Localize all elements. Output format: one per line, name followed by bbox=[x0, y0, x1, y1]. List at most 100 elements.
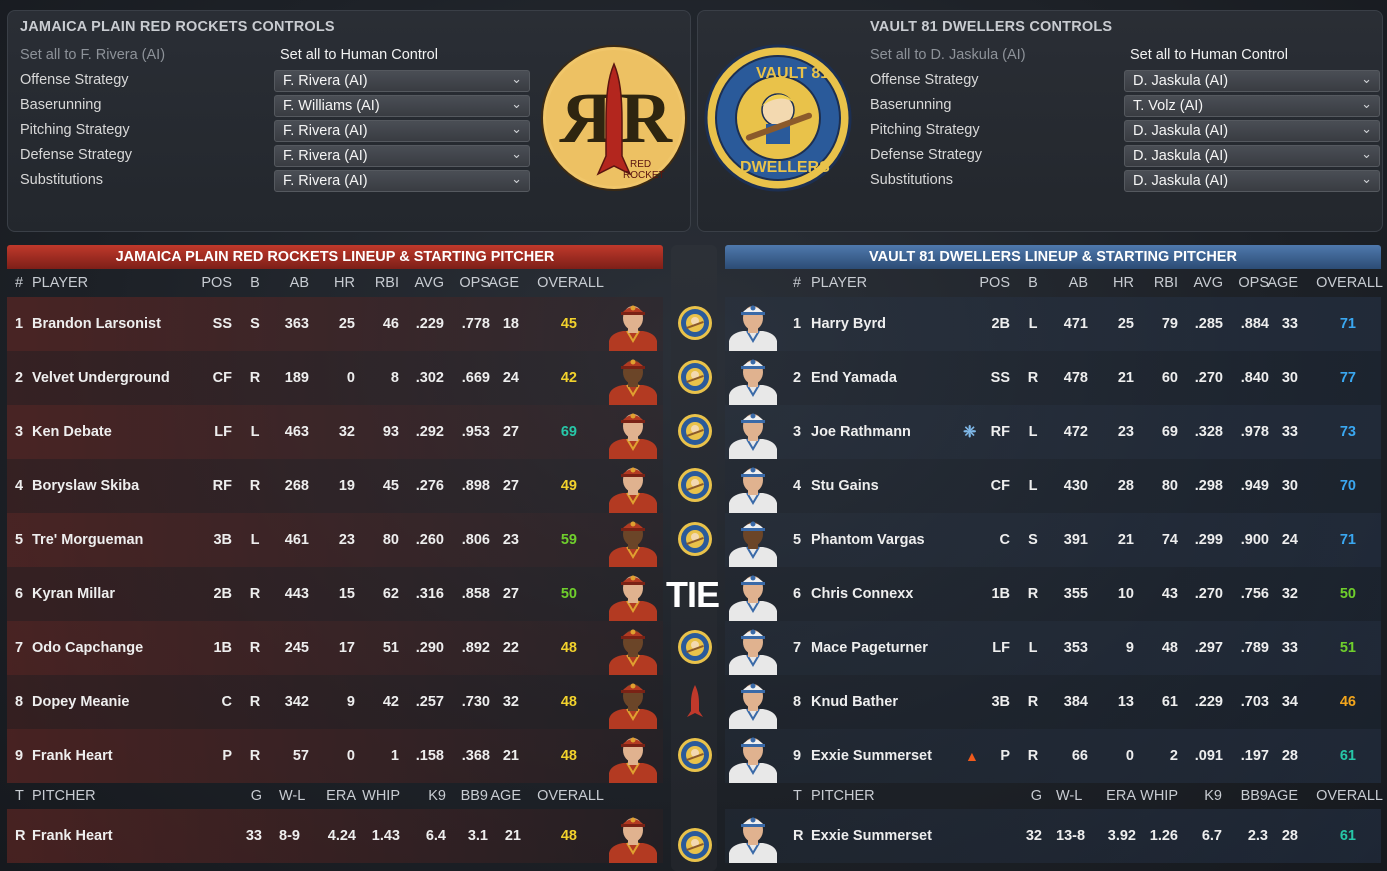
column-header-label[interactable]: B bbox=[250, 275, 260, 291]
pitcher-portrait bbox=[605, 811, 661, 863]
player-row[interactable]: 5 Phantom Vargas C S 391 21 74 .299 .900 24 71 bbox=[725, 513, 1381, 567]
player-rbi: 48 bbox=[1161, 640, 1178, 656]
pitcher-row[interactable]: R Frank Heart 33 8-9 4.24 1.43 6.4 3.1 21 48 bbox=[7, 809, 663, 863]
player-ops: .756 bbox=[1240, 586, 1269, 602]
column-header-label[interactable]: OVERALL bbox=[537, 788, 604, 804]
player-ops: .789 bbox=[1240, 640, 1269, 656]
player-row[interactable]: 4 Stu Gains CF L 430 28 80 .298 .949 30 70 bbox=[725, 459, 1381, 513]
player-ops: .949 bbox=[1240, 478, 1269, 494]
column-header-label[interactable]: OVERALL bbox=[1316, 788, 1383, 804]
player-row[interactable]: 5 Tre' Morgueman 3B L 461 23 80 .260 .806 23 59 bbox=[7, 513, 663, 567]
column-header-label[interactable]: K9 bbox=[428, 788, 446, 804]
column-header-label[interactable]: AGE bbox=[490, 788, 521, 804]
player-row[interactable]: 7 Mace Pageturner LF L 353 9 48 .297 .789 33 51 bbox=[725, 621, 1381, 675]
player-num: 3 bbox=[793, 424, 802, 440]
player-b: R bbox=[249, 694, 261, 710]
home-lineup-table: JAMAICA PLAIN RED ROCKETS LINEUP & START… bbox=[7, 245, 663, 871]
column-header-label[interactable]: # bbox=[793, 275, 801, 291]
column-header-label[interactable]: B bbox=[1028, 275, 1038, 291]
column-header-label[interactable]: W-L bbox=[1056, 788, 1082, 804]
home-set-all-ai-link[interactable]: Set all to F. Rivera (AI) bbox=[20, 47, 165, 63]
pitcher-g: 32 bbox=[1025, 828, 1042, 844]
column-header-label[interactable]: # bbox=[15, 275, 23, 291]
v81-logo-text-1: VAULT 81 bbox=[756, 65, 829, 82]
column-header-label[interactable]: BB9 bbox=[1241, 788, 1268, 804]
column-header-label[interactable]: OPS bbox=[459, 275, 490, 291]
player-ops: .669 bbox=[461, 370, 490, 386]
player-row[interactable]: 2 Velvet Underground CF R 189 0 8 .302 .669 24 42 bbox=[7, 351, 663, 405]
column-header-label[interactable]: AB bbox=[290, 275, 309, 291]
player-row[interactable]: 7 Odo Capchange 1B R 245 17 51 .290 .892 22 48 bbox=[7, 621, 663, 675]
control-select[interactable]: F. Rivera (AI) ⌄ bbox=[274, 170, 530, 192]
home-set-all-human-link[interactable]: Set all to Human Control bbox=[280, 47, 438, 63]
player-row[interactable]: 9 Frank Heart P R 57 0 1 .158 .368 21 48 bbox=[7, 729, 663, 783]
vault-81-logo: VAULT 81 DWELLERS bbox=[704, 44, 852, 192]
pitcher-age: 28 bbox=[1281, 828, 1298, 844]
column-header-label[interactable]: AVG bbox=[414, 275, 444, 291]
column-header-label[interactable]: POS bbox=[201, 275, 232, 291]
player-row[interactable]: 4 Boryslaw Skiba RF R 268 19 45 .276 .898 27 49 bbox=[7, 459, 663, 513]
player-row[interactable]: 1 Harry Byrd 2B L 471 25 79 .285 .884 33 71 bbox=[725, 297, 1381, 351]
control-select[interactable]: F. Rivera (AI) ⌄ bbox=[274, 70, 530, 92]
player-row[interactable]: 3 Joe Rathmann RF L 472 23 69 .328 .978 33 73 ❈ bbox=[725, 405, 1381, 459]
column-header-label[interactable]: OPS bbox=[1238, 275, 1269, 291]
column-header-label[interactable]: W-L bbox=[279, 788, 305, 804]
control-select[interactable]: F. Williams (AI) ⌄ bbox=[274, 95, 530, 117]
column-header-label[interactable]: AB bbox=[1069, 275, 1088, 291]
column-header-label[interactable]: RBI bbox=[1154, 275, 1178, 291]
team-logo-icon bbox=[677, 521, 713, 557]
column-header-label[interactable]: OVERALL bbox=[537, 275, 604, 291]
column-header-label[interactable]: ERA bbox=[1106, 788, 1136, 804]
column-header-label[interactable]: PLAYER bbox=[32, 275, 88, 291]
player-row[interactable]: 8 Knud Bather 3B R 384 13 61 .229 .703 34 46 bbox=[725, 675, 1381, 729]
home_controls-ctrl-row: Pitching Strategy F. Rivera (AI) ⌄ bbox=[20, 119, 530, 142]
column-header-label[interactable]: ERA bbox=[326, 788, 356, 804]
column-header-label[interactable]: POS bbox=[979, 275, 1010, 291]
player-b: R bbox=[1027, 694, 1039, 710]
column-header-label[interactable]: T bbox=[793, 788, 802, 804]
player-row[interactable]: 2 End Yamada SS R 478 21 60 .270 .840 30 77 bbox=[725, 351, 1381, 405]
column-header-label[interactable]: AVG bbox=[1193, 275, 1223, 291]
player-hr: 13 bbox=[1117, 694, 1134, 710]
column-header-label[interactable]: WHIP bbox=[362, 788, 400, 804]
pitcher-era: 3.92 bbox=[1107, 828, 1136, 844]
column-header-label[interactable]: AGE bbox=[488, 275, 519, 291]
pitcher-row[interactable]: R Exxie Summerset 32 13-8 3.92 1.26 6.7 2.3 28 61 bbox=[725, 809, 1381, 863]
column-header-label[interactable]: PLAYER bbox=[811, 275, 867, 291]
column-header-label[interactable]: PITCHER bbox=[32, 788, 96, 804]
column-header-label[interactable]: RBI bbox=[375, 275, 399, 291]
column-header-label[interactable]: G bbox=[1031, 788, 1042, 804]
control-select[interactable]: T. Volz (AI) ⌄ bbox=[1124, 95, 1380, 117]
player-row[interactable]: 6 Kyran Millar 2B R 443 15 62 .316 .858 27 50 bbox=[7, 567, 663, 621]
control-select[interactable]: D. Jaskula (AI) ⌄ bbox=[1124, 170, 1380, 192]
player-ovr: 69 bbox=[560, 424, 577, 440]
column-header-label[interactable]: OVERALL bbox=[1316, 275, 1383, 291]
away-set-all-human-link[interactable]: Set all to Human Control bbox=[1130, 47, 1288, 63]
column-header-label[interactable]: HR bbox=[334, 275, 355, 291]
player-ovr: 77 bbox=[1339, 370, 1356, 386]
column-header-label[interactable]: HR bbox=[1113, 275, 1134, 291]
player-row[interactable]: 8 Dopey Meanie C R 342 9 42 .257 .730 32 48 bbox=[7, 675, 663, 729]
column-header-label[interactable]: G bbox=[251, 788, 262, 804]
control-select[interactable]: F. Rivera (AI) ⌄ bbox=[274, 145, 530, 167]
player-row[interactable]: 3 Ken Debate LF L 463 32 93 .292 .953 27 69 bbox=[7, 405, 663, 459]
player-row[interactable]: 9 Exxie Summerset P R 66 0 2 .091 .197 28 61 ▲ bbox=[725, 729, 1381, 783]
control-select[interactable]: D. Jaskula (AI) ⌄ bbox=[1124, 120, 1380, 142]
column-header-label[interactable]: AGE bbox=[1267, 275, 1298, 291]
control-select[interactable]: D. Jaskula (AI) ⌄ bbox=[1124, 145, 1380, 167]
chevron-down-icon: ⌄ bbox=[1361, 121, 1372, 136]
column-header-label[interactable]: T bbox=[15, 788, 24, 804]
player-row[interactable]: 1 Brandon Larsonist SS S 363 25 46.229.778 18 45 bbox=[7, 297, 663, 351]
home_controls-ctrl-row: Substitutions F. Rivera (AI) ⌄ bbox=[20, 169, 530, 192]
control-select[interactable]: F. Rivera (AI) ⌄ bbox=[274, 120, 530, 142]
column-header-label[interactable]: AGE bbox=[1267, 788, 1298, 804]
away-set-all-ai-link[interactable]: Set all to D. Jaskula (AI) bbox=[870, 47, 1026, 63]
home_controls-ctrl-row: Defense Strategy F. Rivera (AI) ⌄ bbox=[20, 144, 530, 167]
player-row[interactable]: 6 Chris Connexx 1B R 355 10 43 .270 .756 32 50 bbox=[725, 567, 1381, 621]
control-select[interactable]: D. Jaskula (AI) ⌄ bbox=[1124, 70, 1380, 92]
column-header-label[interactable]: PITCHER bbox=[811, 788, 875, 804]
player-b: L bbox=[1028, 640, 1038, 656]
column-header-label[interactable]: K9 bbox=[1204, 788, 1222, 804]
column-header-label[interactable]: BB9 bbox=[461, 788, 488, 804]
column-header-label[interactable]: WHIP bbox=[1140, 788, 1178, 804]
